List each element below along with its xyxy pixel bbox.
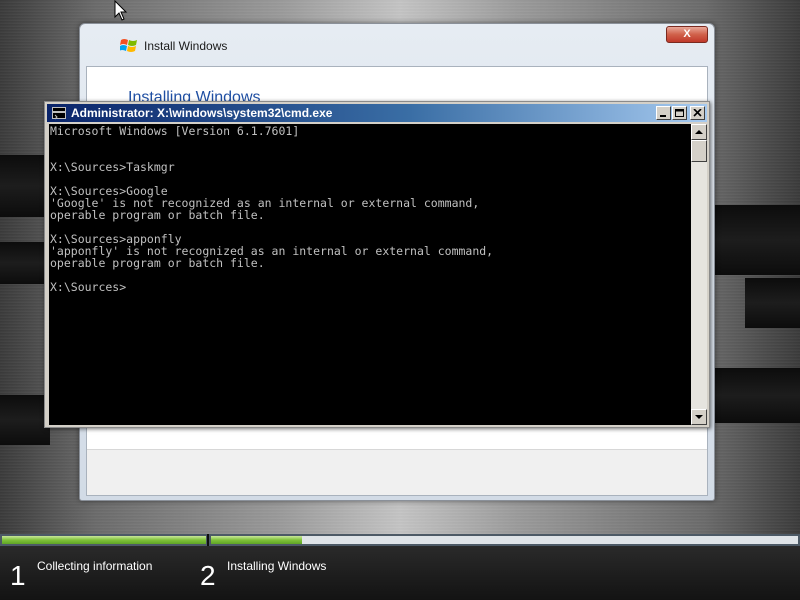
cmd-titlebar[interactable]: Administrator: X:\windows\system32\cmd.e… (47, 104, 707, 122)
background-slab (710, 205, 800, 275)
close-icon (693, 109, 702, 117)
background-slab (710, 368, 800, 423)
console-line: operable program or batch file. (50, 256, 265, 270)
background-slab (0, 155, 50, 217)
setup-steps: 1 Collecting information 2 Installing Wi… (0, 546, 800, 600)
progress-segment-collecting (2, 536, 206, 544)
background-slab (0, 242, 50, 284)
scroll-up-icon (695, 130, 703, 134)
step-label: Collecting information (37, 559, 153, 573)
background-slab (745, 278, 800, 328)
progress-divider (207, 534, 209, 546)
step-label: Installing Windows (227, 559, 327, 573)
setup-footer (87, 449, 707, 495)
maximize-button[interactable] (672, 106, 687, 120)
arrow-cursor-icon (114, 0, 128, 21)
command-prompt-line[interactable]: X:\Sources> (50, 281, 691, 293)
progress-fill (211, 536, 302, 544)
close-button[interactable] (690, 106, 705, 120)
windows-flag-icon (119, 37, 138, 53)
console-line: operable program or batch file. (50, 208, 265, 222)
minimize-icon (660, 115, 666, 117)
command-prompt-window[interactable]: Administrator: X:\windows\system32\cmd.e… (44, 101, 710, 428)
scroll-down-button[interactable] (691, 409, 707, 425)
close-button[interactable]: X (666, 26, 708, 43)
progress-segment-installing (211, 536, 798, 544)
cmd-title: Administrator: X:\windows\system32\cmd.e… (71, 106, 333, 120)
console-output[interactable]: Microsoft Windows [Version 6.1.7601] X:\… (49, 124, 691, 425)
window-title: Install Windows (144, 39, 228, 53)
maximize-icon (675, 109, 684, 117)
scroll-up-button[interactable] (691, 124, 707, 140)
background-slab (0, 395, 50, 445)
setup-progress-bar (0, 534, 800, 546)
console-line: Microsoft Windows [Version 6.1.7601] (50, 124, 300, 138)
scroll-thumb[interactable] (691, 140, 707, 162)
vertical-scrollbar[interactable] (691, 124, 707, 425)
cmd-prompt-icon[interactable] (52, 107, 66, 120)
minimize-button[interactable] (656, 106, 671, 120)
step-number: 2 (200, 560, 216, 591)
progress-fill (2, 536, 206, 544)
console-line: X:\Sources>Taskmgr (50, 160, 175, 174)
scroll-down-icon (695, 415, 703, 419)
step-number: 1 (10, 560, 26, 591)
